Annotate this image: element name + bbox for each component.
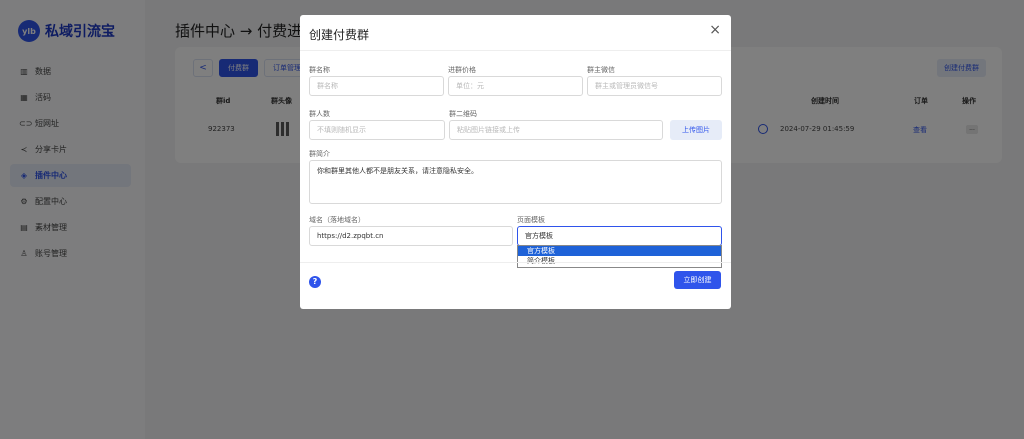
owner-wechat-label: 群主微信 — [587, 66, 615, 74]
price-input[interactable]: 单位：元 — [448, 76, 583, 96]
close-icon[interactable]: × — [709, 22, 721, 38]
member-count-input[interactable]: 不填则随机显示 — [309, 120, 445, 140]
template-option-official[interactable]: 官方模板 — [518, 246, 721, 256]
domain-input[interactable]: https://d2.zpqbt.cn — [309, 226, 513, 246]
member-count-label: 群人数 — [309, 110, 330, 118]
group-name-input[interactable]: 群名称 — [309, 76, 444, 96]
qrcode-input[interactable]: 粘贴图片链接或上传 — [449, 120, 663, 140]
intro-label: 群简介 — [309, 150, 330, 158]
create-now-button[interactable]: 立即创建 — [674, 271, 721, 289]
modal-header: 创建付费群 × — [300, 15, 731, 51]
domain-label: 域名（落地域名） — [309, 216, 365, 224]
help-icon[interactable]: ? — [309, 276, 321, 288]
price-label: 进群价格 — [448, 66, 476, 74]
template-select[interactable]: 官方模板 — [517, 226, 722, 246]
upload-image-button[interactable]: 上传图片 — [670, 120, 722, 140]
owner-wechat-input[interactable]: 群主或管理员微信号 — [587, 76, 722, 96]
modal-title: 创建付费群 — [309, 28, 370, 42]
create-paid-group-modal: 创建付费群 × 群名称 群名称 进群价格 单位：元 群主微信 群主或管理员微信号… — [300, 15, 731, 309]
group-name-label: 群名称 — [309, 66, 330, 74]
qrcode-label: 群二维码 — [449, 110, 477, 118]
intro-textarea[interactable]: 你和群里其他人都不是朋友关系，请注意隐私安全。 — [309, 160, 722, 204]
template-option-intro[interactable]: 简介模板 — [518, 256, 721, 266]
modal-footer-divider — [300, 262, 731, 263]
template-dropdown: 官方模板 简介模板 — [517, 245, 722, 268]
template-label: 页面模板 — [517, 216, 545, 224]
